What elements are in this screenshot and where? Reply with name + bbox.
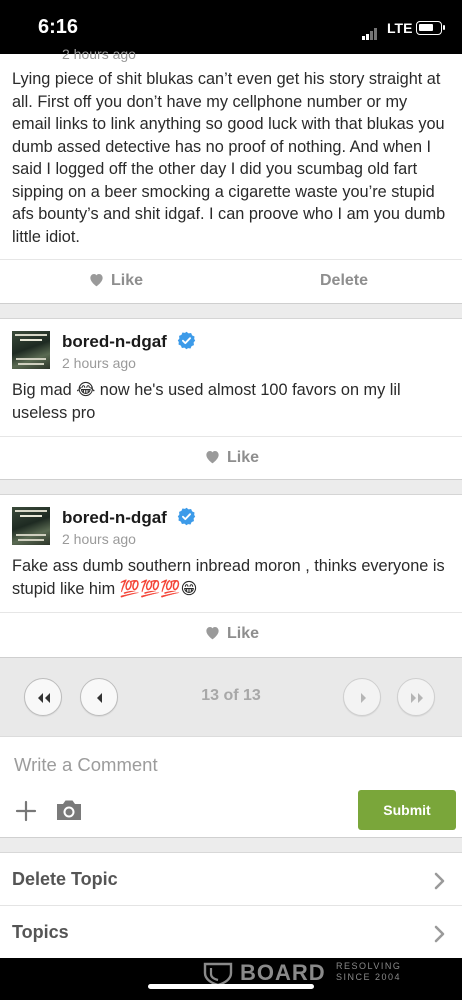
shield-icon xyxy=(203,962,233,986)
comment-author[interactable]: bored-n-dgaf xyxy=(62,331,196,352)
prev-page-icon xyxy=(97,693,102,703)
comment-actions: Like xyxy=(0,612,462,656)
last-page-icon xyxy=(411,693,423,703)
like-label: Like xyxy=(111,272,144,289)
page-indicator: 13 of 13 xyxy=(201,687,261,704)
comment-input[interactable] xyxy=(14,751,444,779)
pagination: 13 of 13 xyxy=(0,658,462,736)
like-label: Like xyxy=(227,625,260,642)
battery-icon xyxy=(416,21,442,35)
first-page-button[interactable] xyxy=(24,678,62,716)
last-page-button[interactable] xyxy=(397,678,435,716)
next-page-button[interactable] xyxy=(343,678,381,716)
verified-badge-icon xyxy=(177,331,195,350)
avatar[interactable] xyxy=(12,331,50,369)
submit-button[interactable]: Submit xyxy=(358,790,456,830)
brand-tagline: SINCE 2004 xyxy=(336,972,402,982)
home-indicator[interactable] xyxy=(148,984,314,989)
camera-icon[interactable] xyxy=(54,797,84,823)
first-page-icon xyxy=(38,693,50,703)
comment-card: bored-n-dgaf 2 hours ago Fake ass dumb s… xyxy=(0,494,462,658)
heart-icon xyxy=(206,627,219,640)
avatar[interactable] xyxy=(12,507,50,545)
menu-item-label: Delete Topic xyxy=(12,869,118,889)
bottom-bar: BOARD RESOLVING SINCE 2004 xyxy=(0,958,462,1000)
comment-card: bored-n-dgaf 2 hours ago Big mad 😂 now h… xyxy=(0,318,462,480)
menu-item-label: Topics xyxy=(12,922,69,942)
prev-page-button[interactable] xyxy=(80,678,118,716)
comment-timestamp: 2 hours ago xyxy=(62,355,136,371)
comment-author[interactable]: bored-n-dgaf xyxy=(62,507,196,528)
comment-composer: Submit xyxy=(0,736,462,838)
like-button[interactable]: Like xyxy=(204,449,259,467)
heart-icon xyxy=(90,274,103,287)
author-name: bored-n-dgaf xyxy=(62,508,167,527)
plus-icon[interactable] xyxy=(14,799,38,823)
comment-card: 2 hours ago Lying piece of shit blukas c… xyxy=(0,46,462,304)
brand-tagline: RESOLVING xyxy=(336,961,402,971)
like-button[interactable]: Like xyxy=(204,625,259,643)
menu-item-topics[interactable]: Topics xyxy=(0,906,462,960)
like-label: Like xyxy=(227,449,260,466)
comment-actions: Like Delete xyxy=(0,259,462,303)
comment-timestamp: 2 hours ago xyxy=(62,531,136,547)
verified-badge-icon xyxy=(177,507,195,526)
next-page-icon xyxy=(361,693,366,703)
comment-body: Lying piece of shit blukas can’t even ge… xyxy=(12,70,446,246)
like-button[interactable]: Like xyxy=(88,272,143,290)
comment-timestamp: 2 hours ago xyxy=(62,46,136,62)
heart-icon xyxy=(206,451,219,464)
comment-actions: Like xyxy=(0,436,462,480)
delete-comment-button[interactable]: Delete xyxy=(320,272,368,290)
signal-icon xyxy=(362,22,378,40)
menu-item-delete-topic[interactable]: Delete Topic xyxy=(0,852,462,906)
author-name: bored-n-dgaf xyxy=(62,332,167,351)
chevron-right-icon xyxy=(434,872,445,890)
status-time: 6:16 xyxy=(38,16,79,38)
comment-body: Fake ass dumb southern inbread moron , t… xyxy=(12,557,445,598)
network-type: LTE xyxy=(387,20,413,36)
brand-word: BOARD xyxy=(240,960,326,985)
chevron-right-icon xyxy=(434,925,445,943)
comment-body: Big mad 😂 now he's used almost 100 favor… xyxy=(12,381,401,422)
